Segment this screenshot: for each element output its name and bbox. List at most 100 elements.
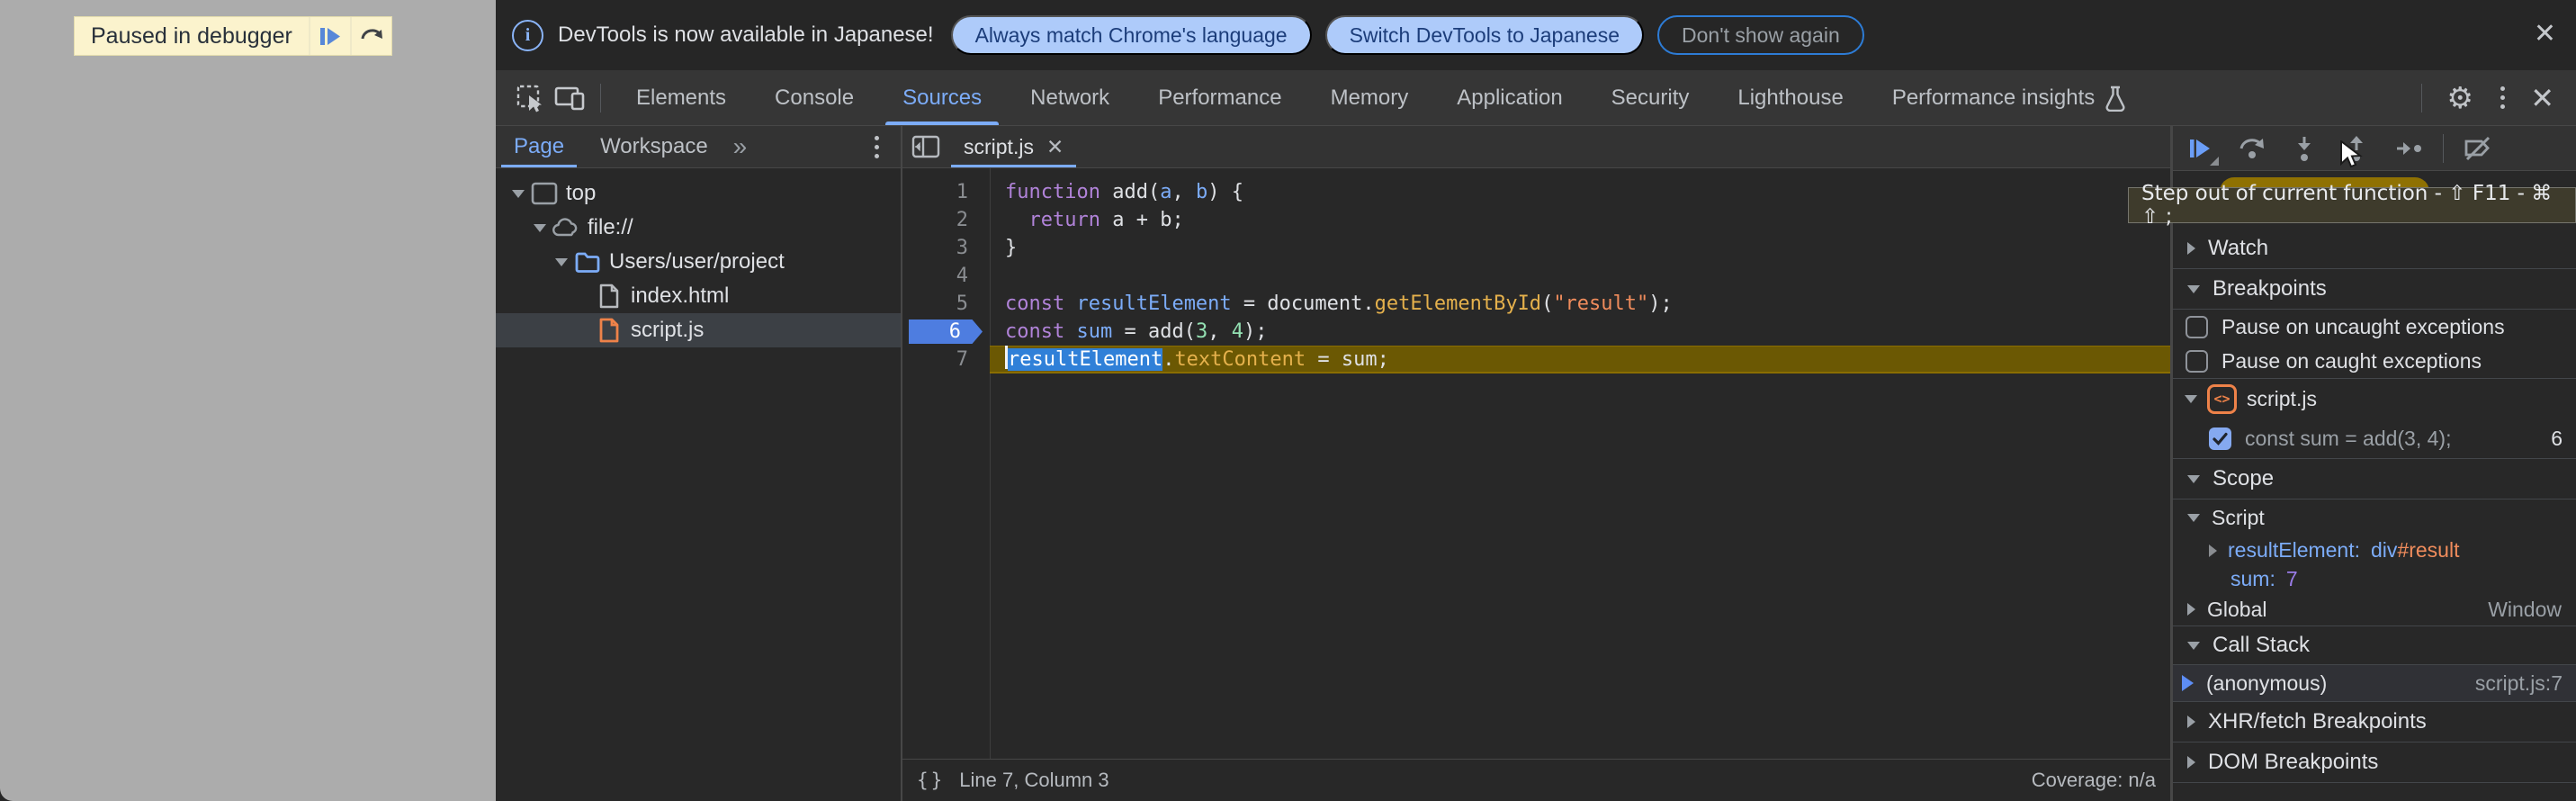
tab-sources[interactable]: Sources xyxy=(878,70,1006,125)
deactivate-breakpoints-button[interactable] xyxy=(2458,130,2498,167)
editor-statusbar: {} Line 7, Column 3 Coverage: n/a xyxy=(902,759,2170,801)
tree-item-index-html[interactable]: index.html xyxy=(496,279,901,313)
line-number[interactable]: 5 xyxy=(902,290,990,318)
section-call-stack[interactable]: Call Stack xyxy=(2173,626,2576,665)
expanded-arrow-icon[interactable] xyxy=(2187,285,2200,293)
code-line-5[interactable]: 5const resultElement = document.getEleme… xyxy=(902,290,2170,318)
line-number[interactable]: 4 xyxy=(902,262,990,290)
scope-var-sum[interactable]: sum: 7 xyxy=(2173,565,2576,593)
collapsed-arrow-icon[interactable] xyxy=(2187,756,2195,769)
step-over-button[interactable] xyxy=(350,17,391,55)
editor-tab-script-js[interactable]: script.js ✕ xyxy=(951,126,1076,167)
inspect-element-icon[interactable] xyxy=(510,78,550,118)
tree-item-file-origin[interactable]: file:// xyxy=(496,211,901,245)
section-breakpoints[interactable]: Breakpoints xyxy=(2173,269,2576,310)
resume-script-button[interactable] xyxy=(2180,130,2220,167)
close-devtools-icon[interactable]: ✕ xyxy=(2525,83,2560,113)
step-over-button[interactable] xyxy=(2232,130,2272,167)
close-tab-icon[interactable]: ✕ xyxy=(1046,135,1064,159)
code-text[interactable] xyxy=(990,262,2170,290)
expanded-arrow-icon[interactable] xyxy=(2187,475,2200,483)
code-text[interactable]: const sum = add(3, 4); xyxy=(990,318,2170,346)
section-xhr-breakpoints[interactable]: XHR/fetch Breakpoints xyxy=(2173,702,2576,742)
line-number[interactable]: 7 xyxy=(902,346,990,374)
section-label: Call Stack xyxy=(2212,633,2310,658)
more-options-icon[interactable] xyxy=(2487,78,2518,118)
resume-script-button[interactable] xyxy=(309,17,350,55)
collapsed-arrow-icon[interactable] xyxy=(2209,544,2217,557)
tab-application[interactable]: Application xyxy=(1432,70,1586,125)
line-number[interactable]: 1 xyxy=(902,178,990,206)
scope-var-resultelement[interactable]: resultElement: div#result xyxy=(2173,536,2576,565)
code-line-1[interactable]: 1function add(a, b) { xyxy=(902,178,2170,206)
scope-group-label: Script xyxy=(2212,506,2265,530)
expand-arrow-icon[interactable] xyxy=(555,258,568,266)
code-text[interactable]: return a + b; xyxy=(990,206,2170,234)
breakpoint-file-group[interactable]: <> script.js xyxy=(2173,379,2576,418)
tab-console[interactable]: Console xyxy=(750,70,878,125)
tab-memory[interactable]: Memory xyxy=(1306,70,1433,125)
tab-elements[interactable]: Elements xyxy=(612,70,750,125)
breakpoint-badge[interactable]: 6 xyxy=(909,320,983,344)
expand-arrow-icon[interactable] xyxy=(534,224,546,232)
code-line-6[interactable]: 6 const sum = add(3, 4); xyxy=(902,318,2170,346)
settings-gear-icon[interactable]: ⚙ xyxy=(2440,78,2480,118)
pause-caught-row[interactable]: Pause on caught exceptions xyxy=(2173,344,2576,378)
step-into-button[interactable] xyxy=(2284,130,2324,167)
line-number[interactable]: 3 xyxy=(902,234,990,262)
section-watch[interactable]: Watch xyxy=(2173,229,2576,269)
breakpoint-entry[interactable]: const sum = add(3, 4); 6 xyxy=(2173,418,2576,458)
hide-navigator-icon[interactable] xyxy=(911,134,940,159)
expand-arrow-icon[interactable] xyxy=(512,190,525,198)
code-text[interactable]: resultElement.textContent = sum; xyxy=(990,346,2170,374)
checkbox-unchecked[interactable] xyxy=(2186,316,2208,338)
scope-group-script[interactable]: Script xyxy=(2173,500,2576,536)
code-text[interactable]: const resultElement = document.getElemen… xyxy=(990,290,2170,318)
tree-item-script-js[interactable]: script.js xyxy=(496,313,901,347)
checkbox-unchecked[interactable] xyxy=(2186,350,2208,373)
tree-item-top[interactable]: top xyxy=(496,176,901,211)
step-button[interactable] xyxy=(2389,130,2428,167)
collapsed-arrow-icon[interactable] xyxy=(2187,242,2195,255)
pretty-print-icon[interactable]: {} xyxy=(917,770,945,791)
tree-item-folder[interactable]: Users/user/project xyxy=(496,245,901,279)
tab-performance[interactable]: Performance xyxy=(1134,70,1306,125)
code-text[interactable]: } xyxy=(990,234,2170,262)
code-line-4[interactable]: 4 xyxy=(902,262,2170,290)
tab-page[interactable]: Page xyxy=(496,126,582,167)
code-line-2[interactable]: 2 return a + b; xyxy=(902,206,2170,234)
script-file-icon: <> xyxy=(2207,384,2237,414)
navigator-more-options-icon[interactable] xyxy=(861,136,892,158)
collapsed-arrow-icon[interactable] xyxy=(2187,603,2195,616)
tab-network[interactable]: Network xyxy=(1006,70,1134,125)
expanded-arrow-icon[interactable] xyxy=(2187,642,2200,650)
expanded-arrow-icon[interactable] xyxy=(2185,395,2197,403)
scope-group-global[interactable]: Global Window xyxy=(2173,593,2576,626)
section-dom-breakpoints[interactable]: DOM Breakpoints xyxy=(2173,742,2576,783)
dont-show-again-button[interactable]: Don't show again xyxy=(1657,15,1864,55)
line-number[interactable]: 6 xyxy=(902,318,990,346)
always-match-language-button[interactable]: Always match Chrome's language xyxy=(951,15,1312,55)
expanded-arrow-icon[interactable] xyxy=(2187,514,2200,522)
token: const xyxy=(1005,320,1064,343)
pause-uncaught-row[interactable]: Pause on uncaught exceptions xyxy=(2173,310,2576,344)
tab-security[interactable]: Security xyxy=(1587,70,1714,125)
breakpoints-options: Pause on uncaught exceptions Pause on ca… xyxy=(2173,310,2576,379)
code-editor[interactable]: 1function add(a, b) {2 return a + b;3}45… xyxy=(902,168,2170,759)
call-stack-frame[interactable]: (anonymous) script.js:7 xyxy=(2173,665,2576,702)
checkbox-checked[interactable] xyxy=(2209,428,2231,450)
switch-devtools-japanese-button[interactable]: Switch DevTools to Japanese xyxy=(1325,15,1644,55)
collapsed-arrow-icon[interactable] xyxy=(2187,716,2195,728)
tab-performance-insights[interactable]: Performance insights xyxy=(1868,70,2151,125)
device-toolbar-icon[interactable] xyxy=(550,78,589,118)
infobar-close-icon[interactable]: ✕ xyxy=(2528,20,2562,49)
section-scope[interactable]: Scope xyxy=(2173,459,2576,500)
tab-workspace[interactable]: Workspace xyxy=(582,126,726,167)
code-line-3[interactable]: 3} xyxy=(902,234,2170,262)
code-text[interactable]: function add(a, b) { xyxy=(990,178,2170,206)
code-line-7[interactable]: 7resultElement.textContent = sum; xyxy=(902,346,2170,374)
token: 4 xyxy=(1232,320,1243,343)
tab-lighthouse[interactable]: Lighthouse xyxy=(1713,70,1867,125)
line-number[interactable]: 2 xyxy=(902,206,990,234)
more-tabs-chevron-icon[interactable]: » xyxy=(733,132,748,161)
